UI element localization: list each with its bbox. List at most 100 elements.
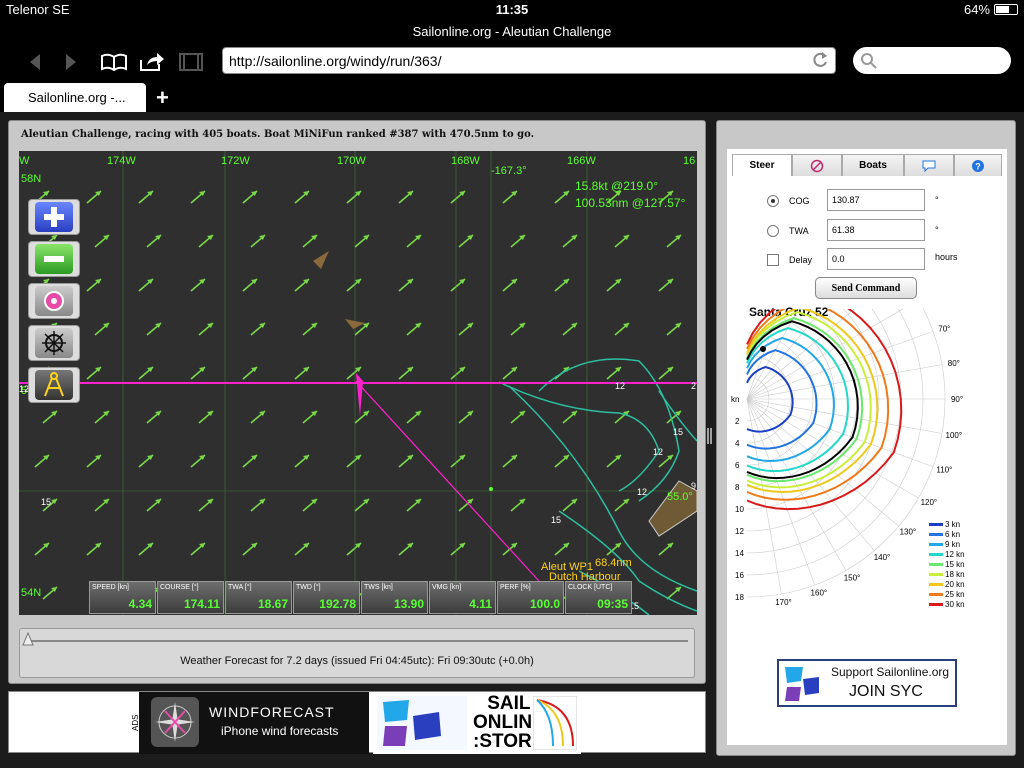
delay-input[interactable] xyxy=(827,248,925,270)
cog-radio[interactable] xyxy=(767,195,779,207)
zoom-out-button[interactable] xyxy=(28,241,80,277)
polar-speed-tick: 16 xyxy=(735,571,744,580)
battery-icon xyxy=(994,4,1018,15)
lon-label: 172W xyxy=(221,155,250,167)
forward-button[interactable] xyxy=(58,50,84,74)
polar-speed-title: kn xyxy=(731,395,739,404)
legend-swatch xyxy=(929,523,943,526)
center-boat-button[interactable] xyxy=(28,283,80,319)
legend-label: 25 kn xyxy=(945,590,965,599)
polar-angle-label: 90° xyxy=(951,395,963,404)
lon-label: 168W xyxy=(451,155,480,167)
twa-input[interactable] xyxy=(827,219,925,241)
instrument-twd: TWD [°] 192.78 xyxy=(293,581,360,614)
legend-swatch xyxy=(929,543,943,546)
delay-unit: hours xyxy=(935,252,958,262)
lon-label: W xyxy=(19,155,30,167)
delay-checkbox[interactable] xyxy=(767,254,779,266)
control-panel: Steer Boats ? COG 130.87 ° TWA 61.38 ° D… xyxy=(716,120,1016,756)
windforecast-title: WINDFORECAST xyxy=(209,704,335,720)
polar-angle-label: 80° xyxy=(948,359,960,368)
compass-rose-icon xyxy=(155,702,195,742)
split-handle[interactable] xyxy=(706,428,714,444)
instrument-clock: CLOCK [UTC] 09:35 xyxy=(565,581,632,614)
race-panel: Aleutian Challenge, racing with 405 boat… xyxy=(8,120,706,684)
chat-icon xyxy=(922,160,936,172)
store-ad[interactable]: SAIL ONLINE :STORE xyxy=(373,692,581,754)
back-button[interactable] xyxy=(22,50,48,74)
polar-speed-tick: 10 xyxy=(735,505,744,514)
polar-angle-label: 120° xyxy=(921,498,938,507)
reload-icon[interactable] xyxy=(811,50,829,70)
twa-row: TWA xyxy=(767,219,809,243)
map-canvas[interactable] xyxy=(19,151,697,615)
cog-row: COG xyxy=(767,189,810,213)
send-command-button[interactable]: Send Command xyxy=(815,277,917,299)
isobar-label: 15 xyxy=(551,515,562,525)
svg-text:?: ? xyxy=(975,161,981,171)
measure-button[interactable] xyxy=(28,367,80,403)
tabs-button[interactable] xyxy=(178,50,204,74)
lon-label: 16 xyxy=(683,155,696,167)
legend-label: 3 kn xyxy=(945,520,960,529)
timeline-track[interactable] xyxy=(30,640,688,642)
windforecast-logo xyxy=(151,697,199,747)
join-syc-banner[interactable]: Support Sailonline.org JOIN SYC xyxy=(777,659,957,707)
helm-icon xyxy=(42,331,66,355)
url-text: http://sailonline.org/windy/run/363/ xyxy=(229,53,442,69)
timeline-thumb[interactable] xyxy=(22,632,34,646)
zoom-in-button[interactable] xyxy=(28,199,80,235)
tab-chat[interactable] xyxy=(904,154,954,176)
syc-logo-icon xyxy=(785,667,819,701)
bookmarks-button[interactable] xyxy=(100,50,128,74)
new-tab-button[interactable]: + xyxy=(156,85,169,111)
cog-input[interactable] xyxy=(827,189,925,211)
polar-angle-label: 160° xyxy=(811,589,828,598)
polar-angle-label: 140° xyxy=(874,553,891,562)
syc-line1: Support Sailonline.org xyxy=(831,665,950,679)
tab-help[interactable]: ? xyxy=(954,154,1002,176)
forecast-text: Weather Forecast for 7.2 days (issued Fr… xyxy=(180,655,534,667)
isobar-label: 12 xyxy=(637,487,648,497)
windforecast-ad[interactable]: WINDFORECAST iPhone wind forecasts xyxy=(139,692,369,754)
plus-icon xyxy=(44,207,64,227)
url-field[interactable]: http://sailonline.org/windy/run/363/ xyxy=(222,47,836,74)
tab-steer[interactable]: Steer xyxy=(732,154,792,176)
tab-strip: Sailonline.org -... + xyxy=(0,81,1024,112)
syc-line2: JOIN SYC xyxy=(849,683,923,700)
legend-label: 15 kn xyxy=(945,560,965,569)
windforecast-subtitle: iPhone wind forecasts xyxy=(221,724,339,738)
store-polar-icon xyxy=(533,696,577,750)
search-field[interactable] xyxy=(853,47,1011,74)
instrument-bar: SPEED [kn] 4.34 COURSE [°] 174.11 TWA [°] 1… xyxy=(89,581,632,615)
isobar-label: 2 xyxy=(691,381,697,391)
isobar-label: 12 xyxy=(615,381,626,391)
browser-tab[interactable]: Sailonline.org -... xyxy=(4,83,146,112)
race-map[interactable]: W 174W 172W 170W 168W -167.3° 166W 16 58… xyxy=(19,151,697,615)
compass-icon xyxy=(44,372,64,397)
isobar-label: 9 xyxy=(691,481,697,491)
battery-indicator: 64% xyxy=(964,2,1018,17)
tab-sails[interactable] xyxy=(792,154,842,176)
control-panel-body: Steer Boats ? COG 130.87 ° TWA 61.38 ° D… xyxy=(727,149,1007,745)
steer-wheel-button[interactable] xyxy=(28,325,80,361)
cog-label: COG xyxy=(789,196,810,206)
tab-boats[interactable]: Boats xyxy=(842,154,904,176)
legend-swatch xyxy=(929,603,943,606)
no-sail-icon xyxy=(810,159,824,172)
polar-current-point xyxy=(760,346,766,352)
locate-icon xyxy=(44,291,64,311)
race-info: Aleutian Challenge, racing with 405 boat… xyxy=(21,129,535,140)
polar-angle-label: 170° xyxy=(775,598,792,607)
delay-row: Delay xyxy=(767,248,812,272)
polar-diagram: 20°30°40°50°60°70°80°90°100°110°120°130°… xyxy=(731,309,965,609)
polar-speed-tick: 14 xyxy=(735,549,744,558)
boat-track xyxy=(356,373,363,416)
filmstrip-icon xyxy=(179,53,203,71)
map-center-mark xyxy=(489,487,493,491)
share-button[interactable] xyxy=(138,50,166,74)
twa-radio[interactable] xyxy=(767,225,779,237)
polar-angle-label: 150° xyxy=(844,573,861,582)
instrument-tws: TWS [kn] 13.90 xyxy=(361,581,428,614)
store-logo-icon xyxy=(377,696,467,750)
